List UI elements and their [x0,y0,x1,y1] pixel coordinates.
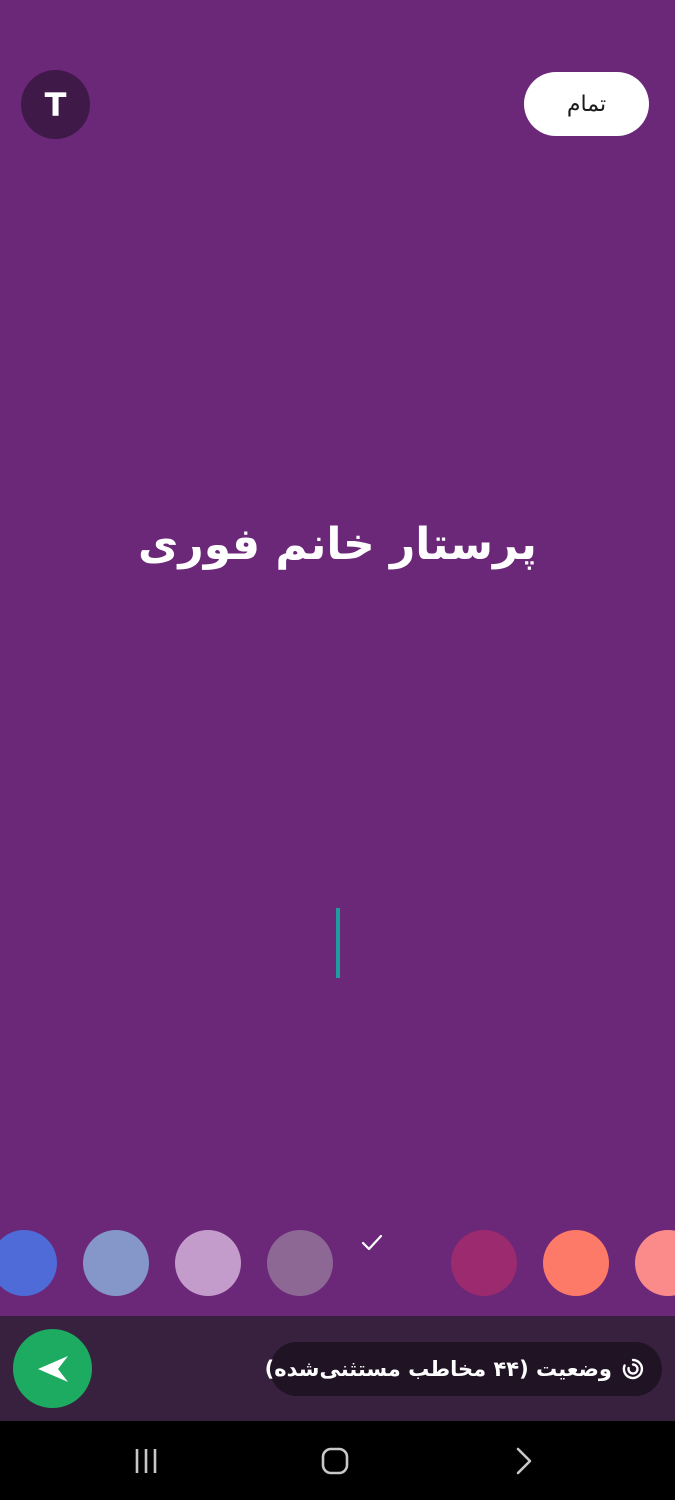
home-icon [321,1447,349,1475]
color-swatch[interactable] [451,1230,517,1296]
color-swatch[interactable] [543,1230,609,1296]
color-swatch[interactable] [83,1230,149,1296]
color-swatch[interactable] [267,1230,333,1296]
status-editor-screen: T تمام پرستار خانم فوری وضعیت (۴۴ مخاطب … [0,0,675,1500]
font-style-icon: T [44,85,67,124]
done-button[interactable]: تمام [524,72,649,136]
audience-label: وضعیت (۴۴ مخاطب مستثنی‌شده) [264,1357,612,1381]
send-arrow-icon [37,1355,68,1382]
recent-apps-button[interactable] [116,1443,176,1479]
recent-apps-icon [135,1449,157,1473]
status-ring-icon [622,1358,644,1380]
color-swatch[interactable] [635,1230,675,1296]
system-navigation-bar [0,1421,675,1500]
send-button[interactable] [13,1329,92,1408]
color-swatch-selected[interactable] [359,1230,425,1296]
color-swatch[interactable] [0,1230,57,1296]
back-button[interactable] [493,1443,553,1479]
status-canvas[interactable]: T تمام پرستار خانم فوری [0,0,675,1316]
color-picker [0,1230,675,1296]
color-swatch[interactable] [175,1230,241,1296]
text-cursor [336,908,340,978]
checkmark-icon [361,1234,383,1251]
compose-bottom-bar: وضعیت (۴۴ مخاطب مستثنی‌شده) [0,1316,675,1421]
status-text-input[interactable]: پرستار خانم فوری [0,500,675,590]
font-style-button[interactable]: T [21,70,90,139]
status-audience-selector[interactable]: وضعیت (۴۴ مخاطب مستثنی‌شده) [265,1342,662,1396]
back-icon [516,1447,532,1475]
home-button[interactable] [305,1443,365,1479]
